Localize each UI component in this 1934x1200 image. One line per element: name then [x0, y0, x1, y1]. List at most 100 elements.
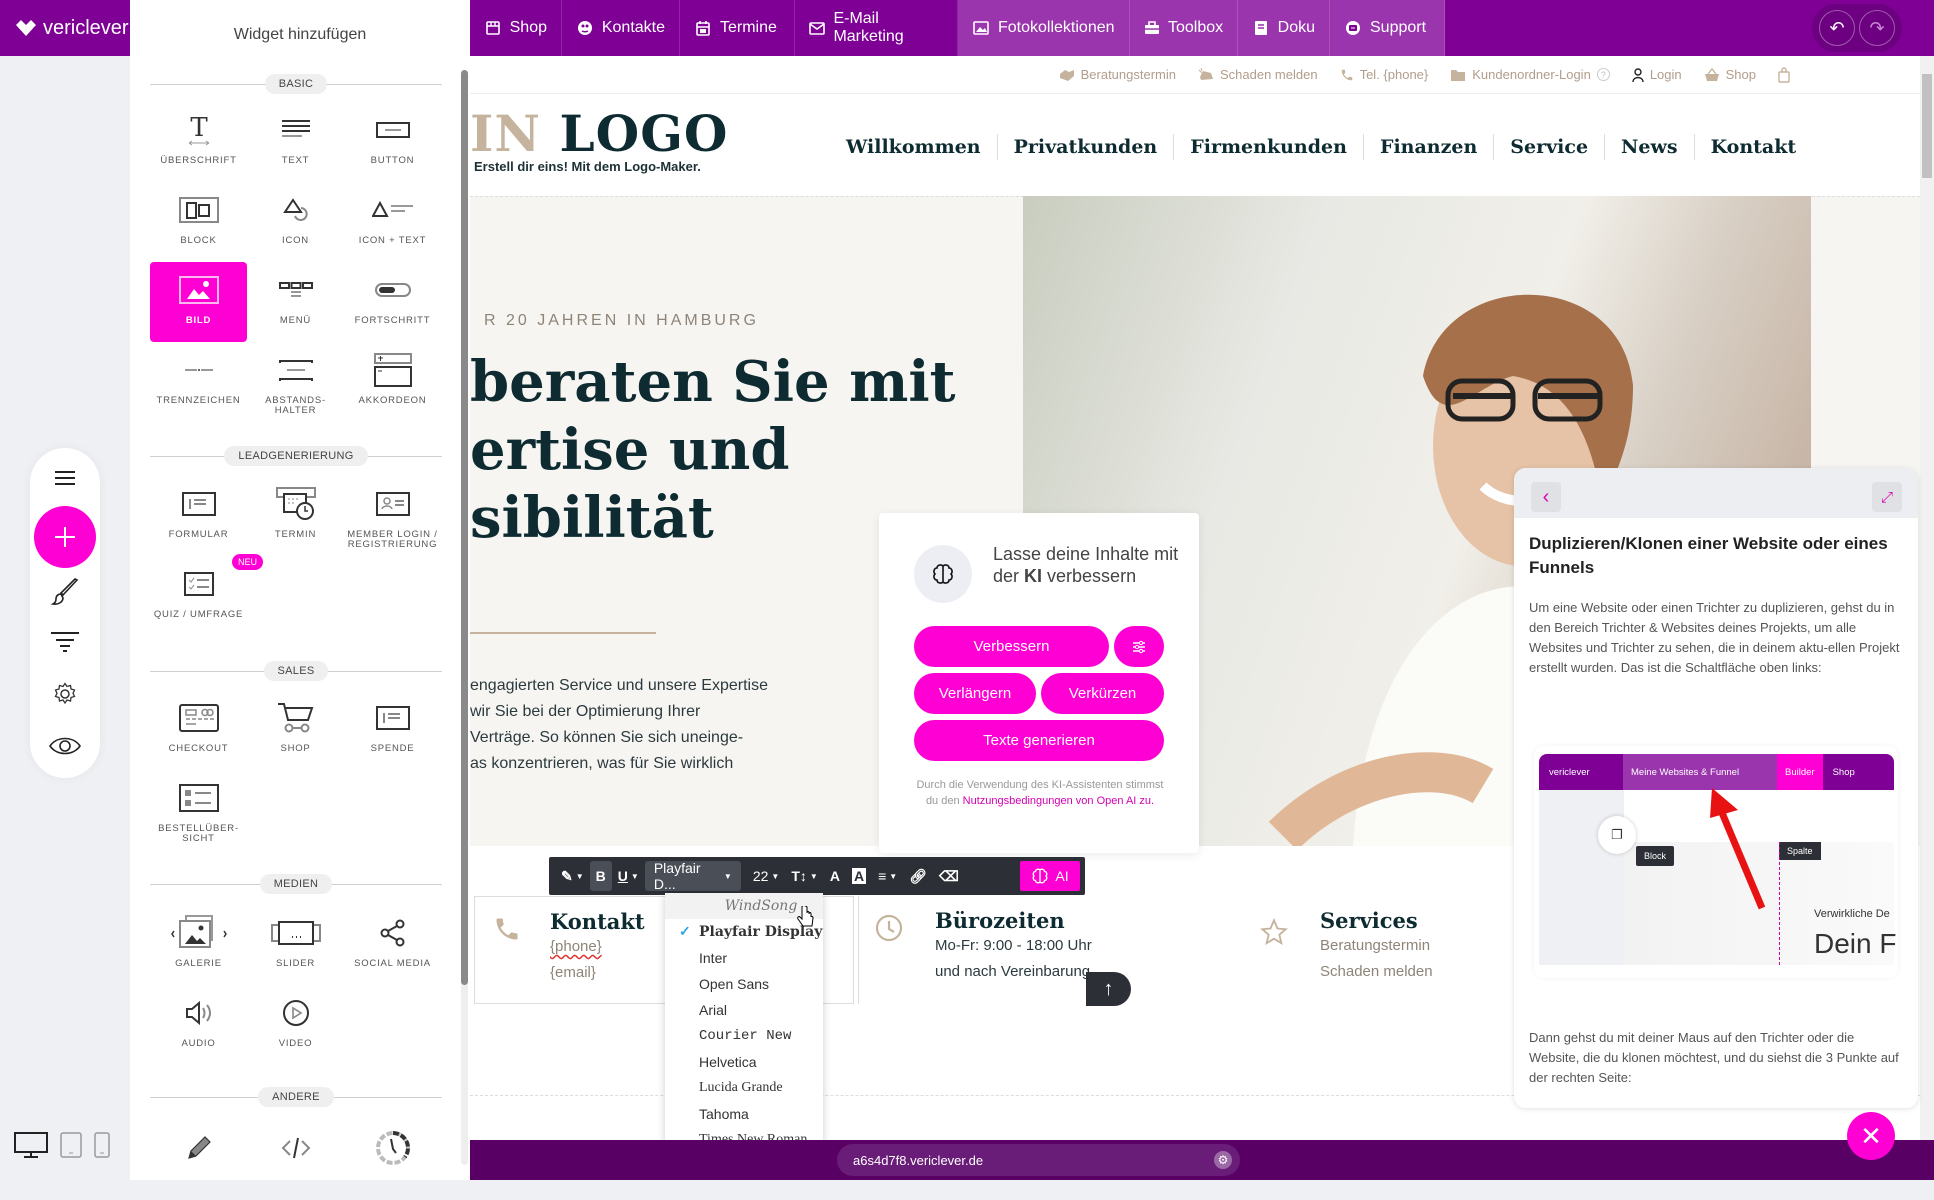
util-link-kundenordner-login[interactable]: Kundenordner-Login? [1450, 67, 1610, 82]
add-widget-button[interactable] [34, 506, 96, 568]
hero-text[interactable]: engagierten Service und unsere Expertise… [470, 673, 810, 777]
widget-quiz-umfrage[interactable]: QUIZ / UMFRAGE NEU [150, 554, 264, 636]
util-link-tel-phone-[interactable]: Tel. {phone} [1340, 67, 1428, 82]
font-option-courier-new[interactable]: Courier New [665, 1023, 823, 1049]
help-back-button[interactable]: ‹ [1531, 482, 1561, 512]
link-button[interactable]: 🔗︎ [903, 861, 933, 891]
util-link-shop[interactable]: Shop [1704, 67, 1756, 82]
widget-überschrift[interactable]: T ÜBERSCHRIFT [150, 102, 247, 182]
widget-pencil[interactable] [150, 1120, 247, 1200]
nav-tab-doku[interactable]: Doku [1238, 0, 1330, 56]
widget-termin[interactable]: TERMIN [247, 476, 344, 556]
extend-button[interactable]: Verlängern [914, 673, 1036, 714]
site-nav-privatkunden[interactable]: Privatkunden [998, 134, 1175, 160]
widget-abstands-halter[interactable]: ABSTANDS- HALTER [247, 342, 344, 422]
widget-video[interactable]: VIDEO [247, 985, 344, 1065]
tablet-icon[interactable] [60, 1132, 82, 1158]
panel-scrollbar[interactable] [461, 70, 468, 1165]
move-up-button[interactable]: ↑ [1086, 972, 1131, 1006]
widget-social-media[interactable]: SOCIAL MEDIA [344, 905, 441, 985]
site-nav-news[interactable]: News [1605, 134, 1695, 160]
line-height-button[interactable]: T↕ ▼ [785, 861, 823, 891]
nav-tab-fotokollektionen[interactable]: Fotokollektionen [958, 0, 1130, 56]
nav-tab-support[interactable]: Support [1330, 0, 1445, 56]
desktop-icon[interactable] [14, 1132, 48, 1158]
gear-icon[interactable]: ⚙ [1214, 1151, 1232, 1169]
mobile-icon[interactable] [94, 1132, 110, 1158]
nav-tab-termine[interactable]: Termine [680, 0, 795, 56]
font-option-lucida-grande[interactable]: Lucida Grande [665, 1075, 823, 1101]
site-logo[interactable]: IN LOGO Erstell dir eins! Mit dem Logo-M… [470, 104, 728, 174]
util-link-beratungstermin[interactable]: Beratungstermin [1059, 67, 1176, 82]
widget-shop[interactable]: SHOP [247, 690, 344, 770]
magic-format-button[interactable]: ✎ ▼ [555, 861, 590, 891]
font-option-arial[interactable]: Arial [665, 997, 823, 1023]
panel-scrollbar-thumb[interactable] [461, 70, 468, 985]
text-color-button[interactable]: A [824, 861, 846, 891]
util-link-cart[interactable] [1778, 66, 1790, 83]
close-help-button[interactable]: ✕ [1847, 1112, 1895, 1160]
font-size-select[interactable]: 22 ▼ [747, 861, 786, 891]
terms-link[interactable]: Nutzungsbedingungen von Open AI zu. [963, 795, 1154, 807]
brand-logo[interactable]: vericlever [0, 0, 130, 56]
help-circle-icon[interactable]: ? [1596, 68, 1610, 81]
nav-tab-kontakte[interactable]: Kontakte [562, 0, 680, 56]
undo-button[interactable]: ↶ [1819, 10, 1855, 46]
site-nav-kontakt[interactable]: Kontakt [1695, 134, 1813, 160]
font-option-helvetica[interactable]: Helvetica [665, 1049, 823, 1075]
site-nav-service[interactable]: Service [1494, 134, 1606, 160]
design-button[interactable] [30, 572, 100, 612]
align-button[interactable]: ≡ ▼ [872, 861, 903, 891]
kontakt-email[interactable]: {email} [550, 960, 645, 986]
site-nav-finanzen[interactable]: Finanzen [1364, 134, 1495, 160]
help-expand-button[interactable]: ⤢ [1872, 482, 1902, 512]
widget-text[interactable]: TEXT [247, 102, 344, 182]
improve-button[interactable]: Verbessern [914, 626, 1109, 667]
util-link-login[interactable]: Login [1632, 67, 1682, 82]
nav-tab-toolbox[interactable]: Toolbox [1130, 0, 1238, 56]
site-nav-firmenkunden[interactable]: Firmenkunden [1174, 134, 1364, 160]
widget-galerie[interactable]: GALERIE [150, 905, 247, 985]
clear-format-button[interactable]: ⌫ [933, 861, 965, 891]
util-link-schaden-melden[interactable]: Schaden melden [1198, 67, 1318, 82]
widget-member-login-registrierung[interactable]: MEMBER LOGIN / REGISTRIERUNG [344, 476, 441, 556]
bold-button[interactable]: B [589, 861, 612, 891]
nav-tab-e-mail-marketing[interactable]: E-Mail Marketing [795, 0, 958, 56]
services-link[interactable]: Schaden melden [1320, 959, 1433, 985]
shorten-button[interactable]: Verkürzen [1041, 673, 1164, 714]
widget-block[interactable]: BLOCK [150, 182, 247, 262]
kontakt-phone[interactable]: {phone} [550, 934, 645, 960]
widget-formular[interactable]: FORMULAR [150, 476, 247, 556]
widget-bild[interactable]: BILD [150, 262, 247, 342]
menu-button[interactable] [30, 458, 100, 498]
widget-audio[interactable]: AUDIO [150, 985, 247, 1065]
widget-fortschritt[interactable]: FORTSCHRITT [344, 262, 441, 342]
widget-bestellüber-sicht[interactable]: BESTELLÜBER- SICHT [150, 770, 247, 850]
widget-countdown[interactable] [344, 1120, 441, 1200]
services-link[interactable]: Beratungstermin [1320, 933, 1433, 959]
font-family-select[interactable]: Playfair D... ▼ [644, 860, 741, 892]
generate-text-button[interactable]: Texte generieren [914, 720, 1164, 761]
redo-button[interactable]: ↷ [1859, 10, 1895, 46]
widget-checkout[interactable]: CHECKOUT [150, 690, 247, 770]
font-option-open-sans[interactable]: Open Sans [665, 971, 823, 997]
filter-button[interactable] [30, 622, 100, 662]
widget-slider[interactable]: SLIDER [247, 905, 344, 985]
highlight-button[interactable]: A [846, 861, 872, 891]
widget-akkordeon[interactable]: AKKORDEON [344, 342, 441, 422]
widget-code[interactable] [247, 1120, 344, 1200]
widget-icon[interactable]: ICON [247, 182, 344, 262]
settings-button[interactable] [30, 674, 100, 714]
underline-button[interactable]: U ▼ [612, 861, 645, 891]
widget-menü[interactable]: MENÜ [247, 262, 344, 342]
font-option-inter[interactable]: Inter [665, 945, 823, 971]
site-scrollbar[interactable] [1920, 56, 1934, 1140]
preview-button[interactable] [30, 726, 100, 766]
widget-icon-text[interactable]: ICON + TEXT [344, 182, 441, 262]
widget-spende[interactable]: SPENDE [344, 690, 441, 770]
font-option-tahoma[interactable]: Tahoma [665, 1101, 823, 1127]
site-url[interactable]: a6s4d7f8.vericlever.de ⚙ [837, 1144, 1240, 1176]
widget-trennzeichen[interactable]: TRENNZEICHEN [150, 342, 247, 422]
ai-button[interactable]: AI [1020, 861, 1080, 891]
widget-button[interactable]: BUTTON [344, 102, 441, 182]
